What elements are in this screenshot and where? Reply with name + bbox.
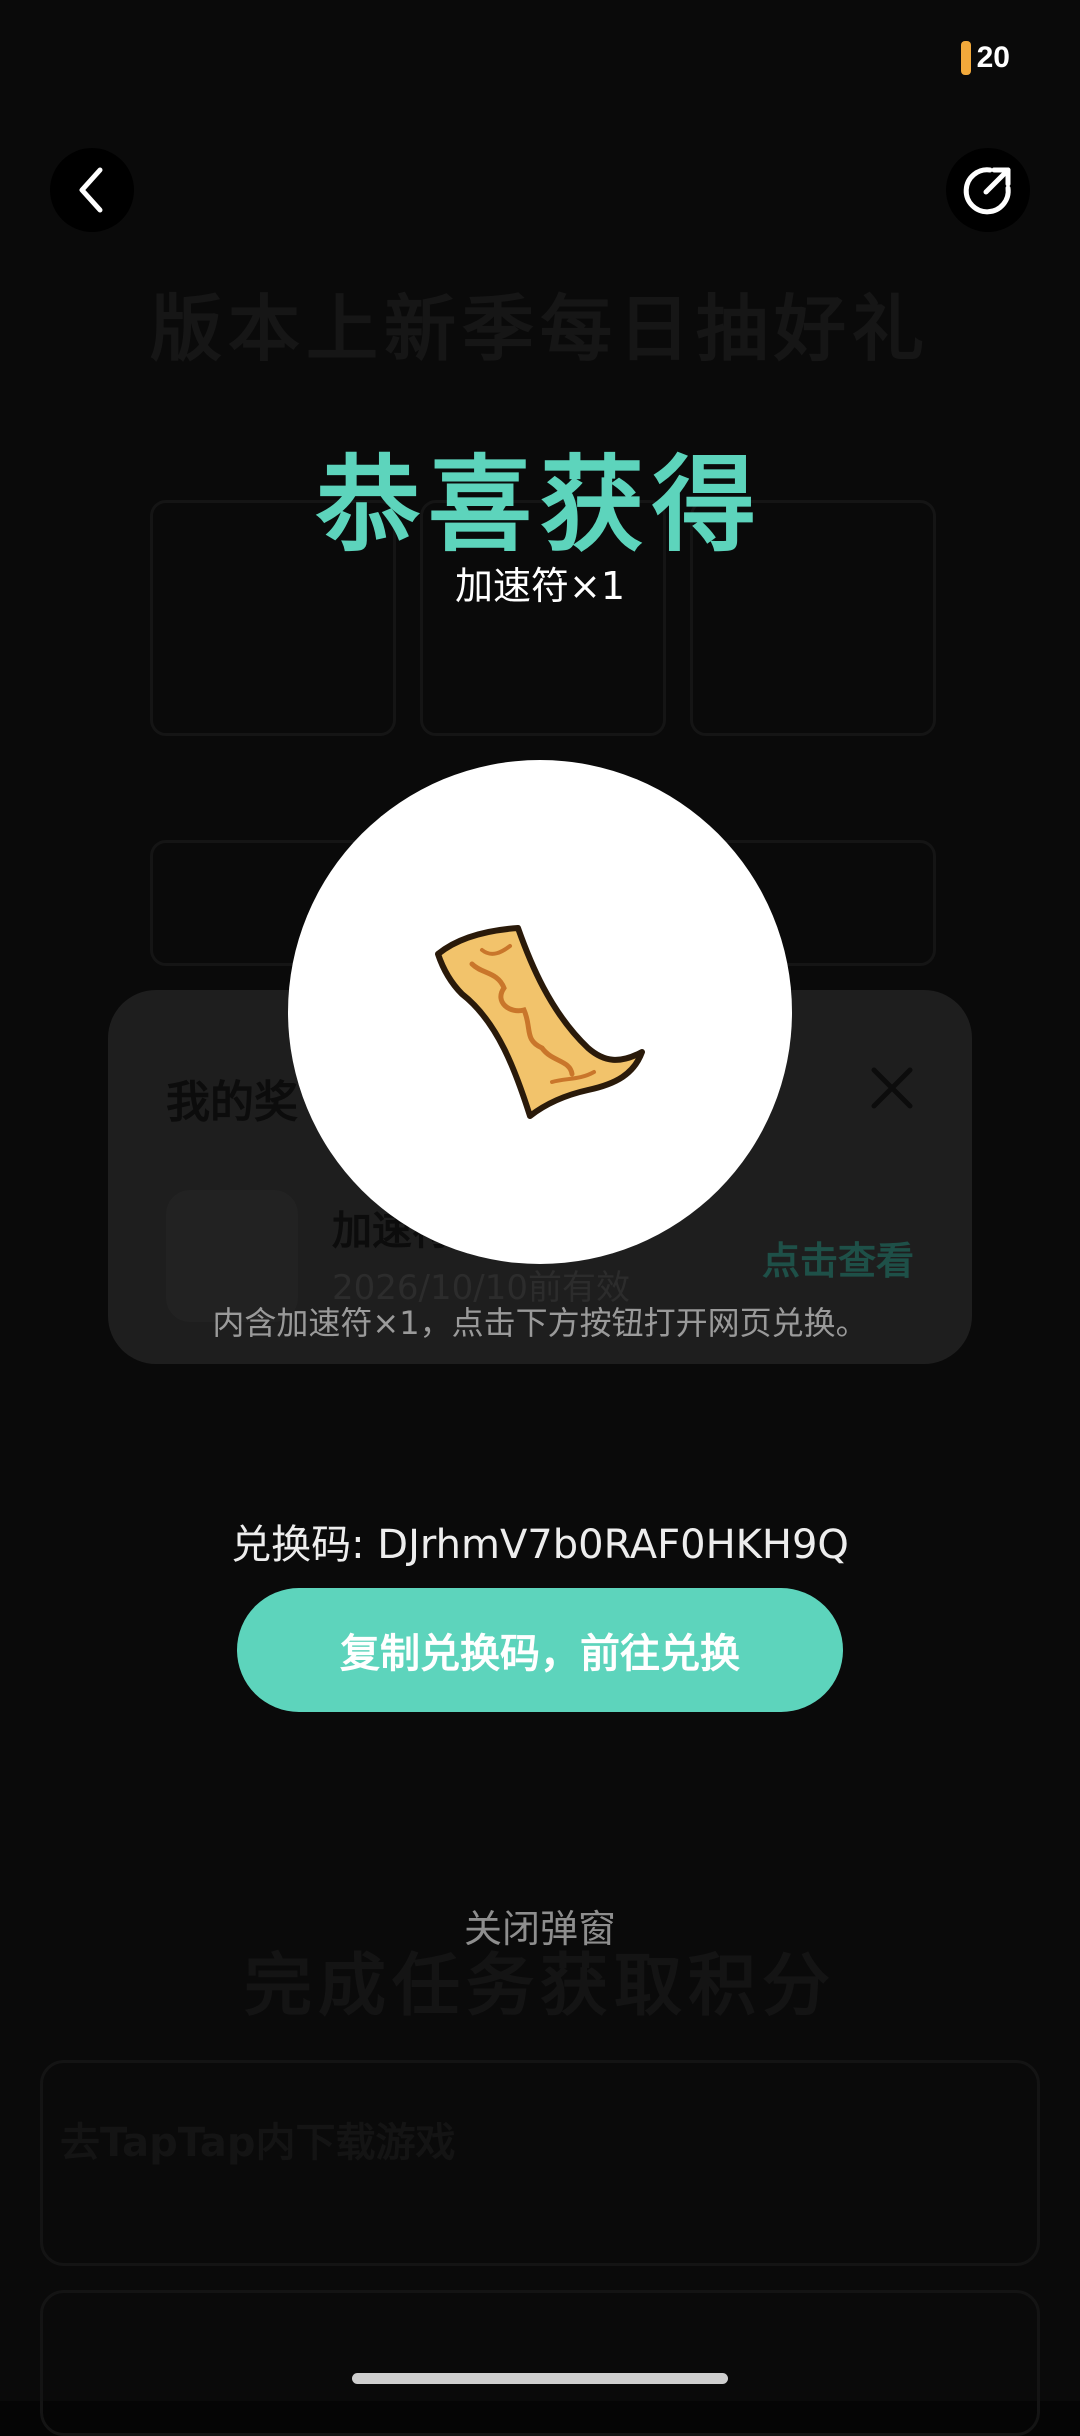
share-icon (963, 167, 1011, 215)
background-task-row (40, 2290, 1040, 2436)
battery-level: 20 (976, 41, 1010, 74)
panel-title: 我的奖 (166, 1077, 298, 1128)
panel-view-link[interactable]: 点击查看 (762, 1230, 914, 1285)
panel-close-button[interactable] (864, 1060, 920, 1116)
reward-image-circle (288, 760, 792, 1264)
battery-indicator: 20 (960, 40, 1010, 76)
back-button[interactable] (50, 148, 134, 232)
close-popup-button[interactable]: 关闭弹窗 (0, 1898, 1080, 1953)
close-icon (871, 1067, 913, 1109)
panel-description: 内含加速符×1，点击下方按钮打开网页兑换。 (212, 1304, 868, 1342)
reward-name: 加速符×1 (454, 564, 626, 608)
background-banner-title: 版本上新季每日抽好礼 (149, 287, 930, 371)
modal-heading: 恭喜获得 (315, 444, 764, 566)
share-button[interactable] (946, 148, 1030, 232)
copy-code-button[interactable]: 复制兑换码，前往兑换 (237, 1588, 843, 1712)
background-task-label: 去TapTap内下载游戏 (60, 2120, 456, 2166)
talisman-icon (435, 925, 645, 1119)
redeem-code: 兑换码: DJrhmV7b0RAF0HKH9Q (231, 1522, 849, 1568)
battery-icon (960, 41, 971, 75)
home-indicator[interactable] (352, 2373, 728, 2384)
chevron-left-icon (79, 167, 103, 213)
